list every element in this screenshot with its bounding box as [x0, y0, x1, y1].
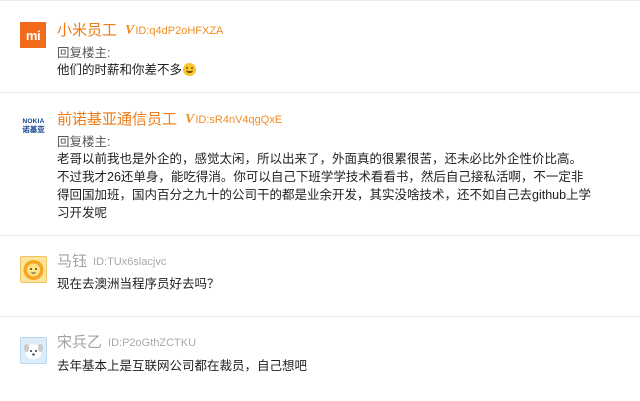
comment-text-line: 不过我才26还单身，能吃得消。你可以自己下班学学技术看看书，然后自己接私活啊，不… [57, 170, 584, 184]
comment-header: 小米员工 VID:q4dP2oHFXZA [57, 22, 223, 40]
comment-header: 前诺基亚通信员工 VID:sR4nV4qgQxE [57, 111, 282, 129]
nokia-logo-text: NOKIA [22, 118, 45, 125]
username[interactable]: 宋兵乙 [57, 334, 102, 351]
comment-item: NOKIA 诺基亚 前诺基亚通信员工 VID:sR4nV4qgQxE 回复楼主: … [0, 93, 640, 236]
comment-text-line: 他们的时薪和你差不多 [57, 63, 183, 77]
nokia-logo-cn-text: 诺基亚 [22, 125, 45, 134]
lion-avatar-icon [23, 260, 44, 280]
comment-body: 他们的时薪和你差不多 [57, 61, 197, 79]
username[interactable]: 小米员工 [57, 22, 117, 39]
comment-body: 现在去澳洲当程序员好去吗？ [57, 275, 220, 293]
comment-body: 老哥以前我也是外企的，感觉太闲，所以出来了，外面真的很累很苦，还未必比外企性价比… [57, 150, 591, 222]
user-id: ID:TUx6slacjvc [93, 256, 167, 268]
comment-text-line: 得回国加班，国内百分之九十的公司干的都是业余开发，其实没啥技术，还不如自己去gi… [57, 188, 592, 202]
laughing-emoji-icon [183, 63, 197, 76]
username[interactable]: 前诺基亚通信员工 [57, 111, 177, 128]
reply-label: 回复楼主: [57, 135, 111, 149]
comment-text-line: 现在去澳洲当程序员好去吗？ [57, 277, 220, 291]
avatar[interactable]: NOKIA 诺基亚 [20, 117, 47, 135]
dog-avatar-icon [24, 344, 43, 360]
comment-text-line: 老哥以前我也是外企的，感觉太闲，所以出来了，外面真的很累很苦，还未必比外企性价比… [57, 152, 583, 166]
comment-text-line: 习开发呢 [57, 206, 108, 220]
verified-v-icon: V [125, 23, 135, 38]
verified-v-icon: V [185, 112, 195, 127]
reply-label: 回复楼主: [57, 46, 111, 60]
avatar[interactable]: mi [20, 22, 46, 48]
comment-text-line: 去年基本上是互联网公司都在裁员，自己想吧 [57, 359, 308, 373]
user-id: ID:sR4nV4qgQxE [195, 114, 283, 126]
comment-header: 马钰 ID:TUx6slacjvc [57, 253, 166, 271]
xiaomi-logo-text: mi [25, 27, 41, 43]
avatar[interactable] [20, 337, 47, 364]
comment-item: mi 小米员工 VID:q4dP2oHFXZA 回复楼主: 他们的时薪和你差不多 [0, 1, 640, 93]
user-id: ID:q4dP2oHFXZA [135, 25, 224, 37]
comment-header: 宋兵乙 ID:P2oGthZCTKU [57, 334, 196, 352]
comment-item: 宋兵乙 ID:P2oGthZCTKU 去年基本上是互联网公司都在裁员，自己想吧 [0, 317, 640, 401]
user-id: ID:P2oGthZCTKU [108, 337, 197, 349]
comment-body: 去年基本上是互联网公司都在裁员，自己想吧 [57, 357, 307, 375]
avatar[interactable] [20, 256, 47, 283]
username[interactable]: 马钰 [57, 253, 87, 270]
comment-item: 马钰 ID:TUx6slacjvc 现在去澳洲当程序员好去吗？ [0, 236, 640, 317]
